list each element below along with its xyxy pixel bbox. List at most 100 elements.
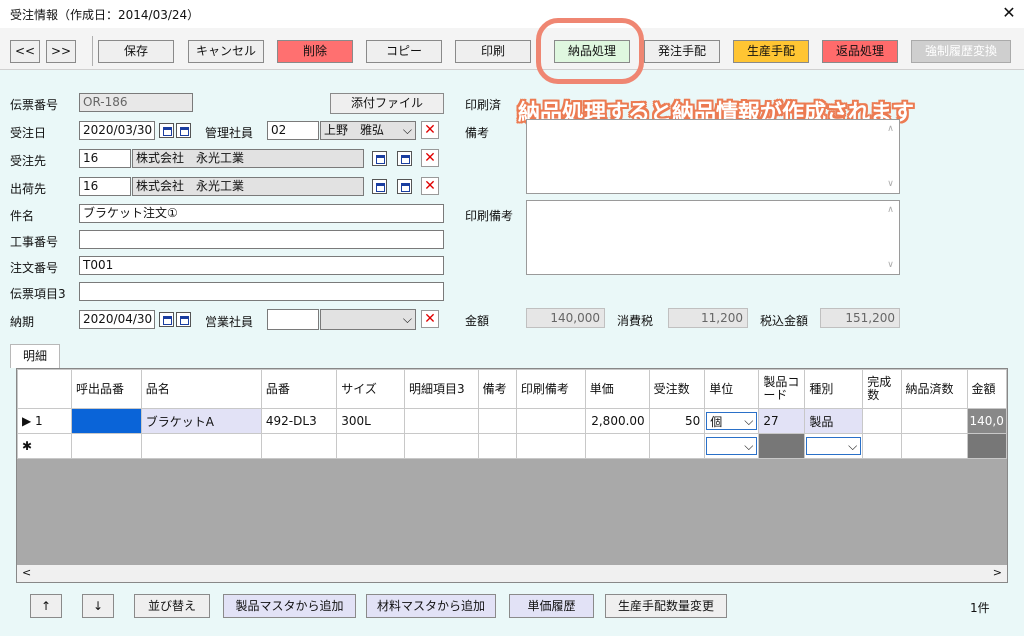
cell-done[interactable] [862, 408, 902, 434]
cell-empty[interactable] [584, 433, 650, 459]
next-record-button[interactable]: >> [46, 40, 76, 63]
ship-to-code-field[interactable]: 16 [79, 177, 131, 196]
ship-to-search-icon[interactable] [372, 179, 387, 194]
row-marker-new[interactable]: ✱ [17, 433, 72, 459]
due-calendar-today-icon[interactable] [176, 312, 191, 327]
column-header[interactable]: 製品コード [758, 369, 806, 409]
cell-amount[interactable]: 140,0 [966, 408, 1007, 434]
calendar-icon[interactable] [159, 123, 174, 138]
cell-delivered[interactable] [900, 408, 968, 434]
manager-select[interactable]: 上野 雅弘 ⌵ [320, 121, 416, 140]
tab-details[interactable]: 明細 [10, 344, 60, 368]
order-date-field[interactable]: 2020/03/30 [79, 121, 155, 140]
cell-unit-new[interactable]: ⌵ [704, 433, 760, 459]
column-header[interactable]: 備考 [477, 369, 517, 409]
cell-kind-new[interactable]: ⌵ [804, 433, 864, 459]
column-header[interactable]: 呼出品番 [70, 369, 142, 409]
order-arrange-button[interactable]: 発注手配 [644, 40, 720, 63]
unit-select-new[interactable]: ⌵ [706, 437, 758, 455]
cell-empty[interactable] [900, 433, 968, 459]
cell-empty[interactable] [140, 433, 262, 459]
cell-call-no[interactable] [70, 408, 142, 434]
grid-horizontal-scrollbar[interactable]: < > [17, 565, 1007, 582]
cell-unit-price[interactable]: 2,800.00 [584, 408, 650, 434]
manager-code-field[interactable]: 02 [267, 121, 319, 140]
cell-empty[interactable] [403, 433, 479, 459]
cell-size[interactable]: 300L [336, 408, 405, 434]
return-process-button[interactable]: 返品処理 [822, 40, 898, 63]
scroll-right-icon[interactable]: > [993, 566, 1002, 579]
slip-no-field[interactable]: OR-186 [79, 93, 193, 112]
note-scrollbar[interactable]: ∧ ∨ [882, 120, 899, 193]
kind-select-new[interactable]: ⌵ [806, 437, 862, 455]
print-note-scrollbar[interactable]: ∧ ∨ [882, 201, 899, 274]
row-marker[interactable]: ▶ 1 [17, 408, 72, 434]
table-row[interactable]: ▶ 1 ブラケットA 492-DL3 300L 2,800.00 50 個 ⌵ 2… [17, 408, 1007, 434]
subject-field[interactable]: ブラケット注文① [79, 204, 444, 223]
add-from-product-master-button[interactable]: 製品マスタから追加 [223, 594, 356, 618]
price-history-button[interactable]: 単価履歴 [509, 594, 594, 618]
cell-empty[interactable] [336, 433, 405, 459]
prev-record-button[interactable]: << [10, 40, 40, 63]
cell-part-no[interactable]: 492-DL3 [260, 408, 338, 434]
column-header[interactable]: 完成数 [862, 369, 902, 409]
print-note-textarea[interactable]: ∧ ∨ [526, 200, 900, 275]
cancel-button[interactable]: キャンセル [188, 40, 264, 63]
force-history-convert-button[interactable]: 強制履歴変換 [911, 40, 1011, 63]
cell-empty[interactable] [515, 433, 586, 459]
cell-unit[interactable]: 個 ⌵ [704, 408, 760, 434]
customer-search-icon[interactable] [372, 151, 387, 166]
sales-staff-code-field[interactable] [267, 309, 319, 330]
move-down-button[interactable]: ↓ [82, 594, 114, 618]
cell-empty[interactable] [648, 433, 706, 459]
order-no-field[interactable]: T001 [79, 256, 444, 275]
cell-item3[interactable] [403, 408, 479, 434]
unit-select[interactable]: 個 ⌵ [706, 412, 758, 430]
calendar-today-icon[interactable] [176, 123, 191, 138]
sort-button[interactable]: 並び替え [134, 594, 210, 618]
column-header[interactable]: 明細項目3 [403, 369, 479, 409]
customer-detail-icon[interactable] [397, 151, 412, 166]
delete-button[interactable]: 削除 [277, 40, 353, 63]
sales-staff-select[interactable]: ⌵ [320, 309, 416, 330]
cell-note[interactable] [477, 408, 517, 434]
cell-product-code[interactable]: 27 [758, 408, 806, 434]
column-header[interactable]: 品名 [140, 369, 262, 409]
column-header[interactable]: 受注数 [648, 369, 706, 409]
cell-qty[interactable]: 50 [648, 408, 706, 434]
cell-empty[interactable] [862, 433, 902, 459]
column-header[interactable]: 単価 [584, 369, 650, 409]
cell-empty[interactable] [966, 433, 1007, 459]
cell-print-note[interactable] [515, 408, 586, 434]
note-textarea[interactable]: ∧ ∨ [526, 119, 900, 194]
cell-empty[interactable] [477, 433, 517, 459]
due-calendar-icon[interactable] [159, 312, 174, 327]
column-header[interactable]: 単位 [704, 369, 760, 409]
column-header[interactable]: 品番 [260, 369, 338, 409]
attach-file-button[interactable]: 添付ファイル [330, 93, 444, 114]
column-header[interactable]: 印刷備考 [515, 369, 586, 409]
work-no-field[interactable] [79, 230, 444, 249]
due-date-field[interactable]: 2020/04/30 [79, 310, 155, 329]
ship-to-detail-icon[interactable] [397, 179, 412, 194]
save-button[interactable]: 保存 [98, 40, 174, 63]
table-row-new[interactable]: ✱ ⌵ ⌵ [17, 433, 1007, 459]
cell-kind[interactable]: 製品 [804, 408, 864, 434]
scroll-left-icon[interactable]: < [22, 566, 31, 579]
cell-empty[interactable] [70, 433, 142, 459]
column-header[interactable]: 種別 [804, 369, 864, 409]
cell-empty[interactable] [260, 433, 338, 459]
production-qty-change-button[interactable]: 生産手配数量変更 [605, 594, 727, 618]
clear-manager-icon[interactable]: ✕ [421, 121, 439, 139]
cell-empty[interactable] [758, 433, 806, 459]
move-up-button[interactable]: ↑ [30, 594, 62, 618]
column-header[interactable]: 金額 [966, 369, 1007, 409]
clear-ship-to-icon[interactable]: ✕ [421, 177, 439, 195]
production-arrange-button[interactable]: 生産手配 [733, 40, 809, 63]
clear-customer-icon[interactable]: ✕ [421, 149, 439, 167]
column-header[interactable]: サイズ [336, 369, 405, 409]
add-from-material-master-button[interactable]: 材料マスタから追加 [366, 594, 496, 618]
customer-code-field[interactable]: 16 [79, 149, 131, 168]
column-header[interactable]: 納品済数 [900, 369, 968, 409]
print-button[interactable]: 印刷 [455, 40, 531, 63]
